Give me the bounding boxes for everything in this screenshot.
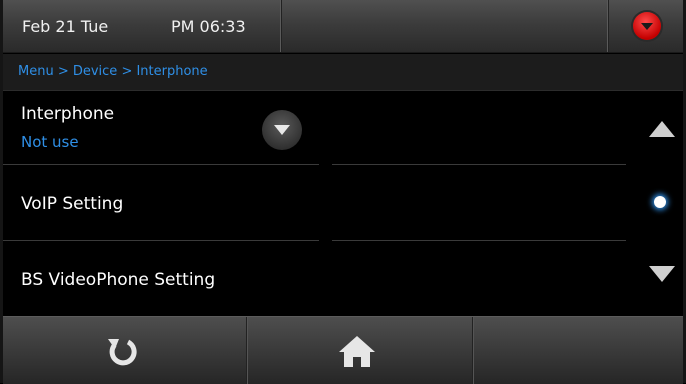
breadcrumb-text: Menu > Device > Interphone <box>18 64 208 79</box>
scroll-indicator <box>654 196 666 208</box>
back-icon <box>108 339 137 366</box>
divider <box>3 164 319 165</box>
bottom-divider <box>246 317 247 384</box>
list-item-label: Interphone <box>21 104 115 124</box>
arrow-up-icon[interactable] <box>649 121 675 137</box>
list-item-value: Not use <box>21 133 79 151</box>
home-button[interactable] <box>335 331 379 371</box>
status-divider <box>280 0 281 52</box>
bottom-bar <box>3 316 683 384</box>
bottom-divider <box>472 317 473 384</box>
list-item-label: BS VideoPhone Setting <box>21 270 216 290</box>
breadcrumb: Menu > Device > Interphone <box>3 54 683 91</box>
status-time: PM 06:33 <box>171 17 246 36</box>
arrow-down-icon[interactable] <box>649 266 675 282</box>
list-item-label: VoIP Setting <box>21 194 124 214</box>
list-item-bs-videophone-setting[interactable]: BS VideoPhone Setting <box>3 242 627 316</box>
list-item-interphone[interactable]: Interphone Not use <box>3 92 627 164</box>
divider <box>332 164 626 165</box>
divider <box>3 240 319 241</box>
status-date: Feb 21 Tue <box>22 17 109 36</box>
chevron-down-icon <box>274 125 290 135</box>
device-screen: Feb 21 Tue PM 06:33 Menu > Device > Inte… <box>0 0 686 384</box>
interphone-dropdown-button[interactable] <box>262 110 302 150</box>
divider <box>332 240 626 241</box>
status-divider <box>607 0 608 52</box>
back-button[interactable] <box>102 331 142 371</box>
dropdown-button[interactable] <box>633 12 661 40</box>
status-bar: Feb 21 Tue PM 06:33 <box>3 0 683 53</box>
home-icon <box>339 336 375 367</box>
dropdown-icon <box>641 23 653 30</box>
list-item-voip-setting[interactable]: VoIP Setting <box>3 166 627 240</box>
